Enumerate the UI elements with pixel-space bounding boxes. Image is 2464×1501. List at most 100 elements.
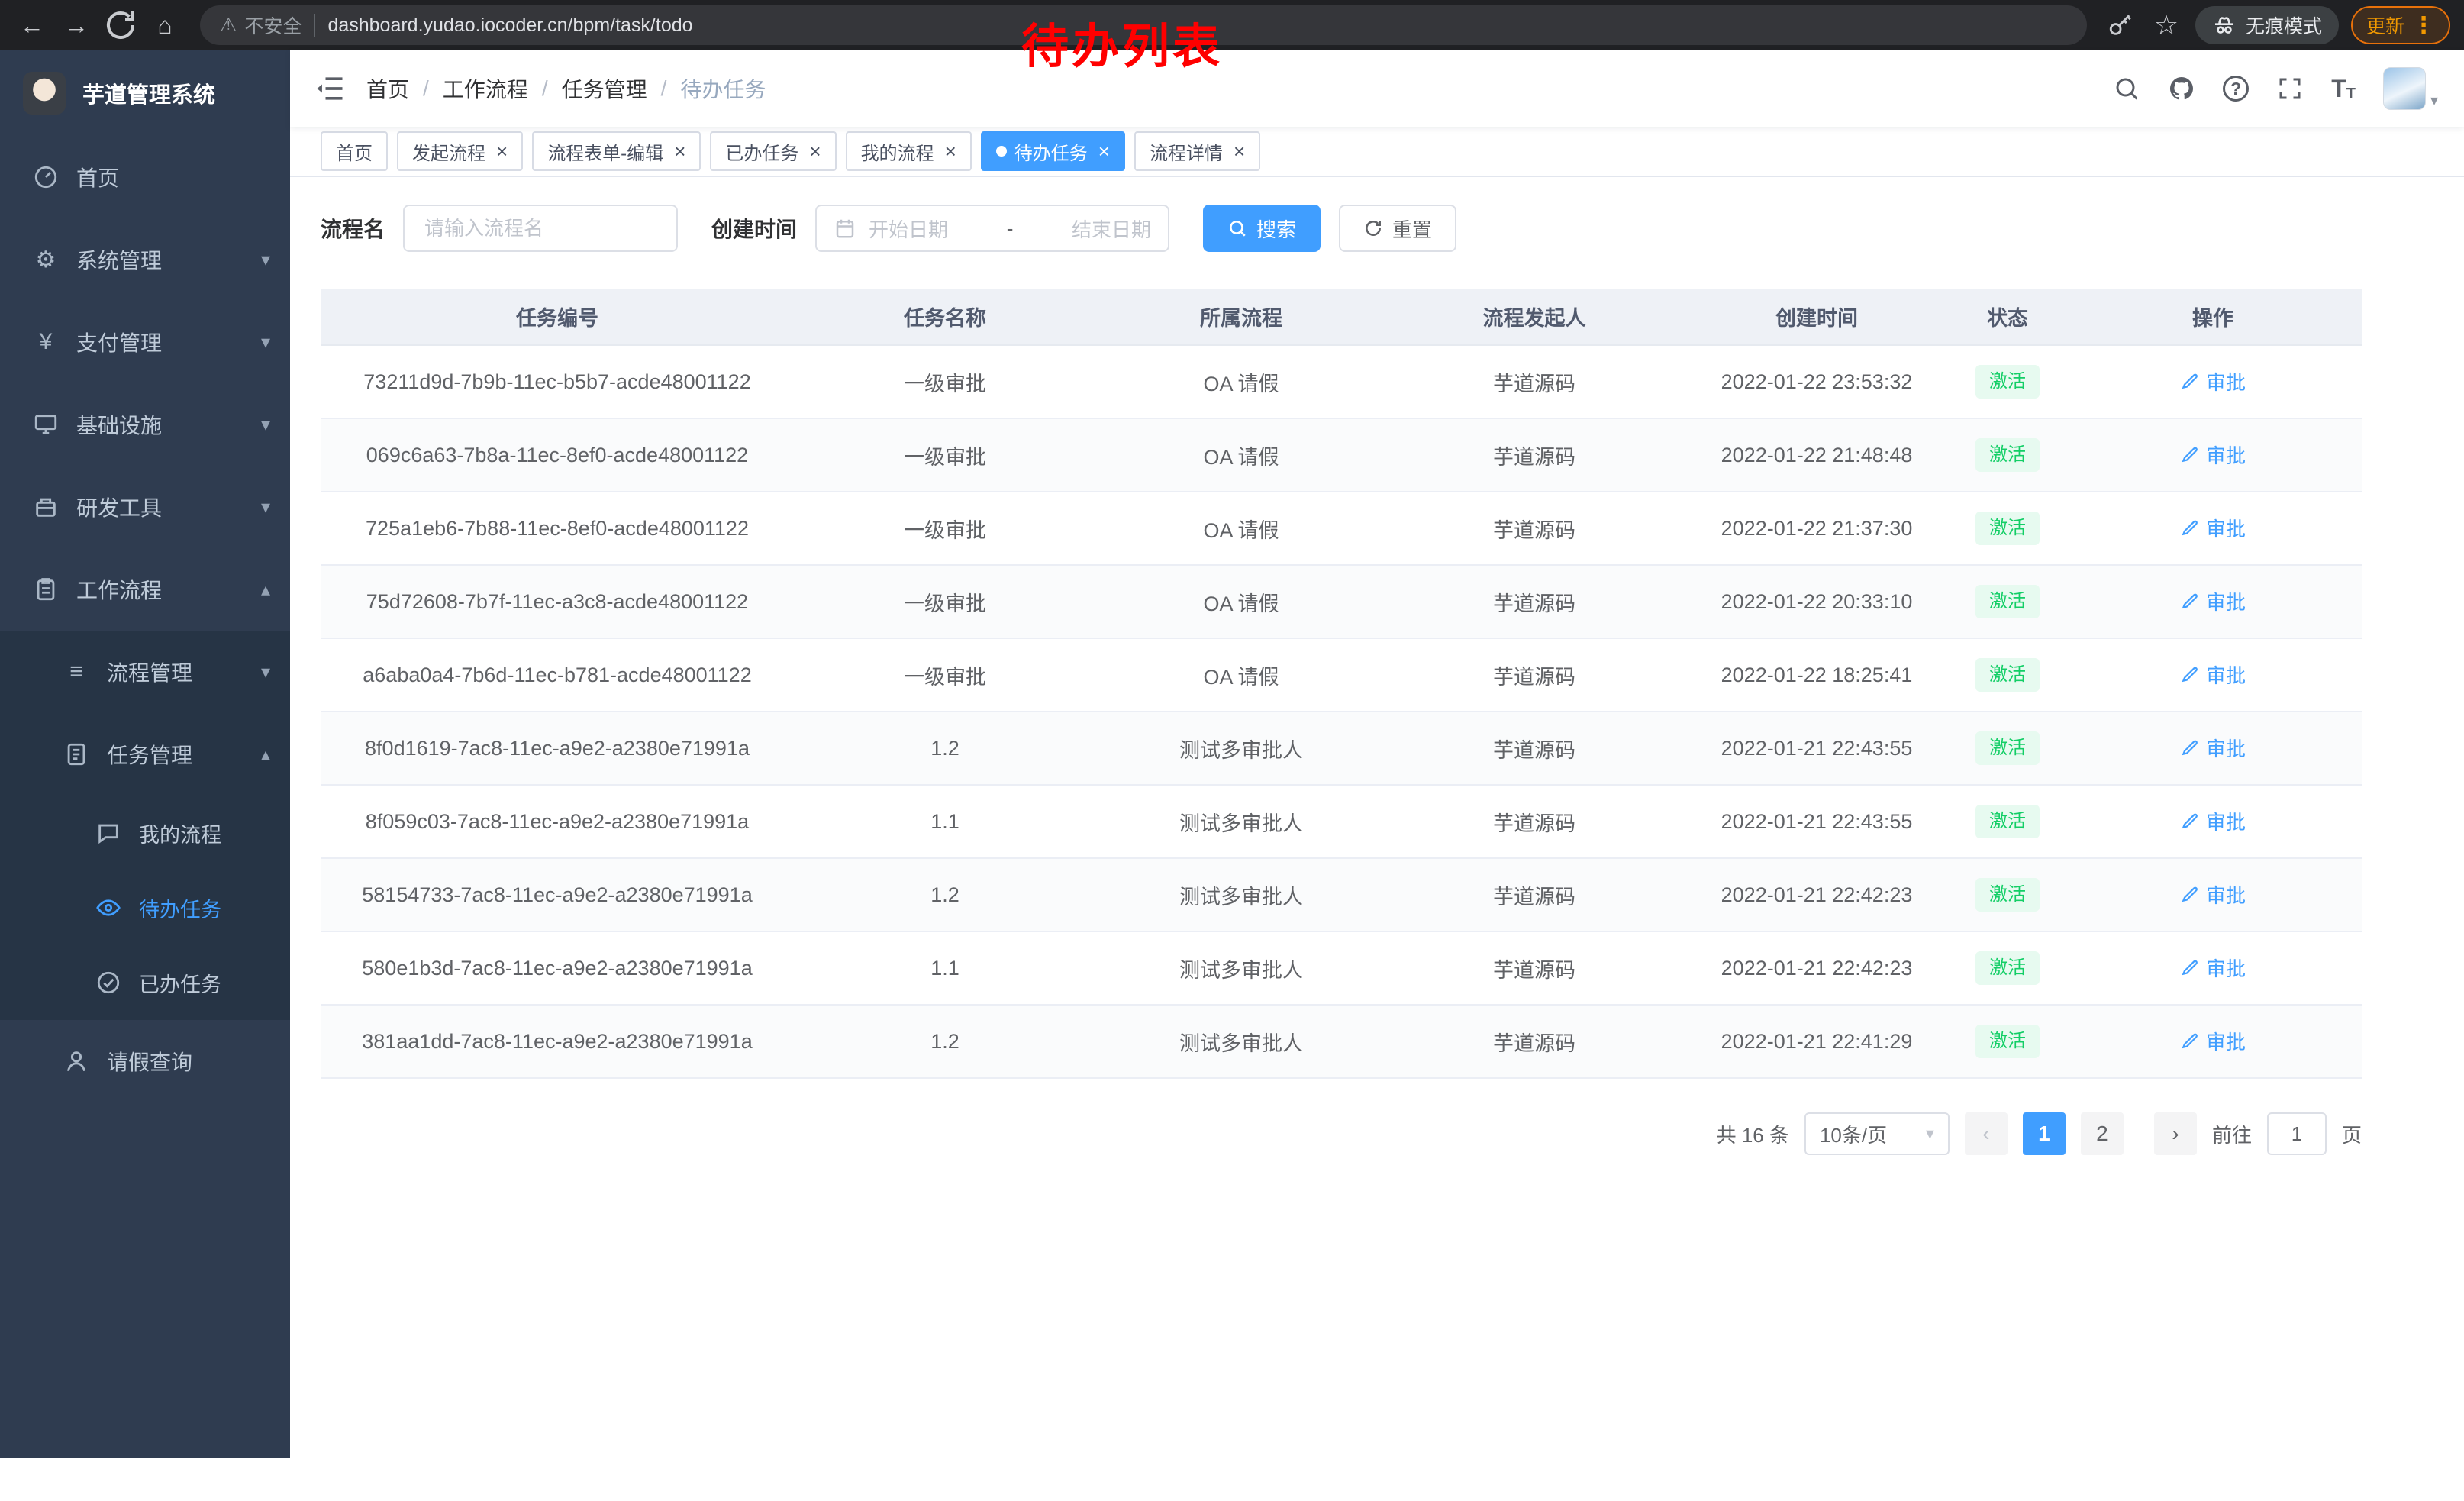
browser-forward-icon[interactable]: → xyxy=(58,7,95,44)
close-icon[interactable]: × xyxy=(1098,141,1110,161)
bookmark-star-icon[interactable]: ☆ xyxy=(2150,8,2183,42)
sidebar-item-task-mgmt[interactable]: 任务管理 ▴ xyxy=(0,713,290,796)
approve-link[interactable]: 审批 xyxy=(2180,807,2246,835)
sidebar-item-my-process[interactable]: 我的流程 xyxy=(0,796,290,870)
browser-back-icon[interactable]: ← xyxy=(14,7,50,44)
close-icon[interactable]: × xyxy=(496,141,508,161)
breadcrumb-item[interactable]: 首页 xyxy=(366,73,409,104)
chevron-down-icon: ▾ xyxy=(2430,91,2438,110)
tab-item[interactable]: 我的流程× xyxy=(846,131,972,171)
approve-link[interactable]: 审批 xyxy=(2180,587,2246,615)
sidebar-item-payment[interactable]: ¥ 支付管理 ▾ xyxy=(0,301,290,383)
breadcrumb: 首页 / 工作流程 / 任务管理 / 待办任务 xyxy=(366,73,766,104)
tab-item[interactable]: 首页 xyxy=(321,131,388,171)
status-badge: 激活 xyxy=(1975,658,2040,692)
process-name: OA 请假 xyxy=(1096,418,1386,492)
table-header-row: 任务编号 任务名称 所属流程 流程发起人 创建时间 状态 操作 xyxy=(321,289,2362,345)
sidebar-item-todo-tasks[interactable]: 待办任务 xyxy=(0,870,290,945)
sidebar-item-process-mgmt[interactable]: ≡ 流程管理 ▾ xyxy=(0,631,290,713)
pagination: 共 16 条 10条/页 ▾ ‹ 12 › 前往 页 xyxy=(321,1112,2362,1155)
browser-home-icon[interactable]: ⌂ xyxy=(147,7,183,44)
tab-item[interactable]: 已办任务 × xyxy=(710,131,836,171)
search-button[interactable]: 搜索 xyxy=(1203,205,1321,252)
next-page-button[interactable]: › xyxy=(2154,1112,2197,1155)
close-icon[interactable]: × xyxy=(945,141,956,161)
page-number-button[interactable]: 1 xyxy=(2023,1112,2066,1155)
help-icon[interactable]: ? xyxy=(2223,76,2249,102)
approve-link[interactable]: 审批 xyxy=(2180,660,2246,689)
close-icon[interactable]: × xyxy=(674,141,685,161)
page-number-button[interactable]: 2 xyxy=(2081,1112,2124,1155)
app-logo xyxy=(23,72,66,115)
close-icon[interactable]: × xyxy=(809,141,821,161)
reset-button[interactable]: 重置 xyxy=(1339,205,1456,252)
user-menu[interactable]: ▾ xyxy=(2383,67,2438,110)
tab-item[interactable]: 流程表单-编辑× xyxy=(532,131,701,171)
task-name: 1.2 xyxy=(794,712,1096,785)
workflow-submenu: ≡ 流程管理 ▾ 任务管理 ▴ 我的流程 xyxy=(0,631,290,1020)
initiator: 芋道源码 xyxy=(1386,858,1682,931)
github-icon[interactable] xyxy=(2168,75,2195,102)
approve-link[interactable]: 审批 xyxy=(2180,734,2246,762)
process-name: 测试多审批人 xyxy=(1096,712,1386,785)
fullscreen-icon[interactable] xyxy=(2276,75,2304,102)
task-id: 381aa1dd-7ac8-11ec-a9e2-a2380e71991a xyxy=(321,1005,794,1078)
task-name: 1.2 xyxy=(794,1005,1096,1078)
goto-page-input[interactable] xyxy=(2267,1112,2327,1155)
browser-update-button[interactable]: 更新 ⋮ xyxy=(2351,6,2450,44)
approve-link[interactable]: 审批 xyxy=(2180,1027,2246,1055)
tab-item[interactable]: 发起流程× xyxy=(397,131,523,171)
tab-item[interactable]: 待办任务× xyxy=(981,131,1125,171)
create-time-label: 创建时间 xyxy=(711,213,797,244)
table-body: 73211d9d-7b9b-11ec-b5b7-acde48001122一级审批… xyxy=(321,345,2362,1078)
search-icon[interactable] xyxy=(2113,75,2140,102)
tab-item[interactable]: 流程详情× xyxy=(1134,131,1260,171)
breadcrumb-item[interactable]: 任务管理 xyxy=(562,73,647,104)
active-tab-dot xyxy=(996,146,1007,157)
edit-icon xyxy=(2180,591,2200,611)
sidebar-item-infra[interactable]: 基础设施 ▾ xyxy=(0,383,290,466)
address-bar[interactable]: ⚠ 不安全 dashboard.yudao.iocoder.cn/bpm/tas… xyxy=(200,5,2087,45)
approve-link[interactable]: 审批 xyxy=(2180,514,2246,542)
font-size-icon[interactable]: TT xyxy=(2331,75,2356,103)
sidebar-item-done-tasks[interactable]: 已办任务 xyxy=(0,945,290,1020)
task-id: 8f059c03-7ac8-11ec-a9e2-a2380e71991a xyxy=(321,785,794,858)
prev-page-button[interactable]: ‹ xyxy=(1965,1112,2008,1155)
incognito-icon xyxy=(2212,13,2237,37)
sidebar: 芋道管理系统 首页 ⚙ 系统管理 ▾ ¥ 支付管理 ▾ xyxy=(0,50,290,1501)
menu-fold-icon[interactable] xyxy=(313,72,347,105)
task-name: 一级审批 xyxy=(794,638,1096,712)
status-badge: 激活 xyxy=(1975,805,2040,838)
initiator: 芋道源码 xyxy=(1386,345,1682,418)
app-logo-row[interactable]: 芋道管理系统 xyxy=(0,50,290,136)
approve-link[interactable]: 审批 xyxy=(2180,367,2246,395)
eye-icon xyxy=(93,895,124,921)
task-name: 一级审批 xyxy=(794,565,1096,638)
close-icon[interactable]: × xyxy=(1234,141,1245,161)
sidebar-item-leave-query[interactable]: 请假查询 xyxy=(0,1020,290,1102)
sidebar-item-home[interactable]: 首页 xyxy=(0,136,290,218)
date-range-picker[interactable]: 开始日期 - 结束日期 xyxy=(815,205,1169,252)
page-suffix: 页 xyxy=(2342,1120,2362,1148)
approve-link[interactable]: 审批 xyxy=(2180,880,2246,909)
sidebar-item-system[interactable]: ⚙ 系统管理 ▾ xyxy=(0,218,290,301)
task-name: 一级审批 xyxy=(794,418,1096,492)
sidebar-item-devtools[interactable]: 研发工具 ▾ xyxy=(0,466,290,548)
tab-label: 已办任务 xyxy=(725,138,798,165)
created-time: 2022-01-21 22:43:55 xyxy=(1682,785,1951,858)
status-badge: 激活 xyxy=(1975,512,2040,545)
avatar[interactable] xyxy=(2383,67,2426,110)
sidebar-item-workflow[interactable]: 工作流程 ▴ xyxy=(0,548,290,631)
approve-link[interactable]: 审批 xyxy=(2180,441,2246,469)
key-icon[interactable] xyxy=(2104,8,2137,42)
browser-menu-icon[interactable]: ⋮ xyxy=(2412,12,2435,39)
task-id: 8f0d1619-7ac8-11ec-a9e2-a2380e71991a xyxy=(321,712,794,785)
incognito-label: 无痕模式 xyxy=(2246,11,2322,39)
edit-icon xyxy=(2180,444,2200,464)
status-badge: 激活 xyxy=(1975,438,2040,472)
browser-refresh-icon[interactable] xyxy=(102,7,139,44)
page-size-select[interactable]: 10条/页 ▾ xyxy=(1804,1112,1950,1155)
approve-link[interactable]: 审批 xyxy=(2180,954,2246,982)
process-name-input[interactable] xyxy=(403,205,678,252)
breadcrumb-item[interactable]: 工作流程 xyxy=(443,73,528,104)
